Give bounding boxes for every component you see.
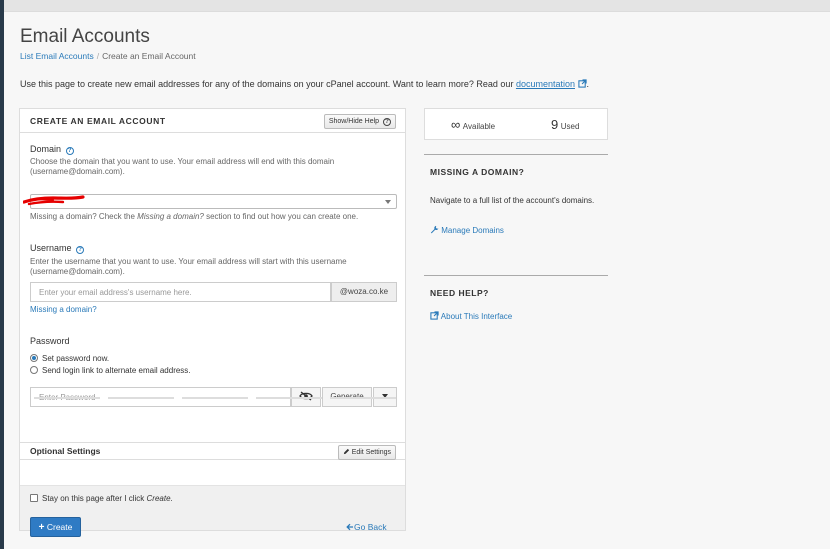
breadcrumb-separator: / [96, 51, 100, 61]
breadcrumb: List Email Accounts / Create an Email Acco… [20, 51, 196, 61]
chevron-down-icon [385, 200, 391, 204]
domain-label-row: Domain ? [30, 144, 74, 155]
stat-used: 9 Used [551, 117, 579, 132]
domain-help-line1: Choose the domain that you want to use. … [30, 157, 335, 166]
password-label: Password [30, 336, 70, 346]
create-email-panel: CREATE AN EMAIL ACCOUNT Show/Hide Help ?… [19, 108, 406, 537]
stay-on-page-checkbox[interactable] [30, 494, 38, 502]
show-hide-help-button[interactable]: Show/Hide Help ? [323, 114, 396, 129]
help-icon: ? [383, 118, 391, 126]
create-label: Create [46, 522, 73, 532]
about-interface-link[interactable]: About This Interface [430, 311, 512, 321]
username-label-row: Username ? [30, 243, 85, 254]
stay-on-page-row[interactable]: Stay on this page after I click Create. [30, 494, 173, 503]
arrow-left-icon [346, 523, 353, 531]
show-hide-help-label: Show/Hide Help [328, 118, 380, 125]
external-link-icon [430, 311, 439, 320]
radio-set-password[interactable] [30, 354, 38, 362]
go-back-label: Go Back [354, 522, 387, 532]
username-help-line2: (username@domain.com). [30, 267, 125, 276]
plus-icon: + [38, 522, 45, 533]
manage-domains-link[interactable]: Manage Domains [430, 225, 504, 235]
edit-settings-button[interactable]: Edit Settings [337, 445, 396, 460]
username-placeholder: Enter your email address's username here… [39, 288, 192, 297]
red-scribble-annotation [23, 195, 85, 206]
strength-segment-5 [330, 397, 396, 399]
top-bar [4, 0, 830, 12]
breadcrumb-current: Create an Email Account [102, 51, 196, 61]
username-help-text: Enter the username that you want to use.… [30, 257, 390, 277]
create-button[interactable]: + Create [30, 517, 81, 537]
radio-send-link-label: Send login link to alternate email addre… [42, 366, 191, 375]
page-title: Email Accounts [20, 26, 150, 47]
external-link-icon[interactable] [577, 79, 587, 88]
available-label: Available [462, 122, 496, 131]
documentation-link[interactable]: documentation [516, 79, 575, 89]
radio-set-password-label: Set password now. [42, 354, 110, 363]
username-label: Username [30, 243, 72, 253]
domain-missing-note: Missing a domain? Check the Missing a do… [30, 212, 390, 222]
need-help-title: NEED HELP? [430, 288, 489, 298]
intro-sentence: Use this page to create new email addres… [20, 79, 514, 89]
username-help-icon[interactable]: ? [76, 246, 85, 254]
domain-suffix-addon: @woza.co.ke [331, 282, 397, 302]
missing-domain-text: Navigate to a full list of the account's… [430, 196, 595, 205]
page: Email Accounts List Email Accounts / Creat… [4, 12, 830, 549]
optional-settings-header: Optional Settings Edit Settings [20, 442, 405, 460]
missing-note-end: section to find out how you can create o… [203, 212, 359, 221]
domain-help-line2: (username@domain.com). [30, 167, 125, 176]
pencil-icon [343, 448, 349, 455]
missing-note-em: Missing a domain? [137, 212, 204, 221]
edit-settings-label: Edit Settings [351, 449, 391, 456]
divider-2 [424, 275, 608, 276]
optional-settings-title: Optional Settings [30, 446, 101, 456]
username-help-line1: Enter the username that you want to use.… [30, 257, 347, 266]
domain-help-text: Choose the domain that you want to use. … [30, 157, 390, 177]
domain-select[interactable] [30, 194, 397, 209]
radio-send-link-row[interactable]: Send login link to alternate email addre… [30, 366, 191, 375]
used-label: Used [560, 122, 580, 131]
username-input[interactable]: Enter your email address's username here… [30, 282, 331, 302]
stay-label-prefix: Stay on this page after I click [42, 494, 147, 503]
go-back-link[interactable]: Go Back [346, 522, 387, 532]
panel-title: CREATE AN EMAIL ACCOUNT [30, 116, 166, 126]
missing-domain-title: MISSING A DOMAIN? [430, 167, 525, 177]
radio-send-link[interactable] [30, 366, 38, 374]
strength-segment-1 [34, 397, 100, 399]
about-interface-label: About This Interface [440, 312, 513, 321]
stay-label-end: . [170, 494, 173, 503]
missing-domain-link[interactable]: Missing a domain? [30, 305, 97, 314]
wrench-icon [430, 225, 439, 234]
domain-help-icon[interactable]: ? [65, 147, 74, 155]
strength-segment-4 [256, 397, 322, 399]
radio-set-password-row[interactable]: Set password now. [30, 354, 109, 363]
manage-domains-label: Manage Domains [441, 226, 504, 235]
divider-1 [424, 154, 608, 155]
intro-text: Use this page to create new email addres… [20, 79, 589, 89]
breadcrumb-parent-link[interactable]: List Email Accounts [20, 51, 94, 61]
strength-segment-3 [182, 397, 248, 399]
stay-label-em: Create [146, 494, 171, 503]
used-value: 9 [551, 117, 559, 132]
strength-segment-2 [108, 397, 174, 399]
stats-box: ∞ Available 9 Used [424, 108, 608, 140]
domain-label: Domain [30, 144, 62, 154]
intro-end: . [586, 79, 590, 89]
stat-available: ∞ Available [451, 117, 495, 132]
missing-note-prefix: Missing a domain? Check the [30, 212, 138, 221]
available-value: ∞ [451, 117, 461, 132]
panel-header: CREATE AN EMAIL ACCOUNT Show/Hide Help ? [20, 109, 405, 133]
eye-slash-icon [299, 391, 313, 401]
